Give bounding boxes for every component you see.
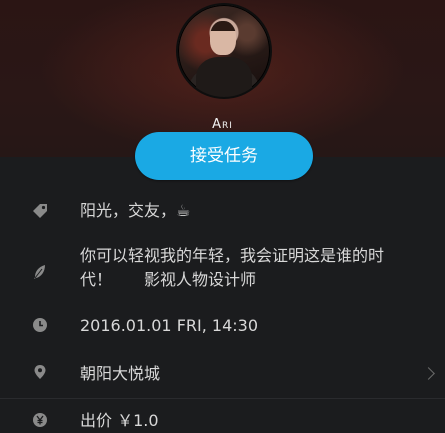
location-row[interactable]: 朝阳大悦城 [0, 360, 445, 388]
tags-row: 阳光，交友，☕ [0, 195, 445, 227]
motto-text: 你可以轻视我的年轻，我会证明这是谁的时代！ 影视人物设计师 [80, 246, 385, 289]
accept-task-button[interactable]: 接受任务 [135, 132, 313, 180]
yen-icon [32, 412, 48, 428]
tag-icon [32, 203, 48, 219]
tags-text: 阳光，交友，☕ [80, 201, 191, 220]
divider [0, 398, 445, 399]
motto-row: 你可以轻视我的年轻，我会证明这是谁的时代！ 影视人物设计师 [0, 242, 445, 296]
avatar-body [196, 57, 252, 97]
feather-icon [32, 264, 48, 280]
chevron-right-icon[interactable] [422, 367, 435, 380]
price-row: 出价 ￥1.0 [0, 406, 445, 430]
datetime-text: 2016.01.01 FRI, 14:30 [80, 316, 259, 335]
price-text: 出价 ￥1.0 [80, 411, 159, 430]
clock-icon [32, 317, 48, 333]
username: Ari [212, 117, 233, 132]
location-pin-icon [32, 364, 48, 380]
avatar-face [210, 21, 236, 55]
avatar[interactable] [176, 3, 272, 99]
location-text: 朝阳大悦城 [80, 364, 161, 383]
datetime-row: 2016.01.01 FRI, 14:30 [0, 312, 445, 340]
